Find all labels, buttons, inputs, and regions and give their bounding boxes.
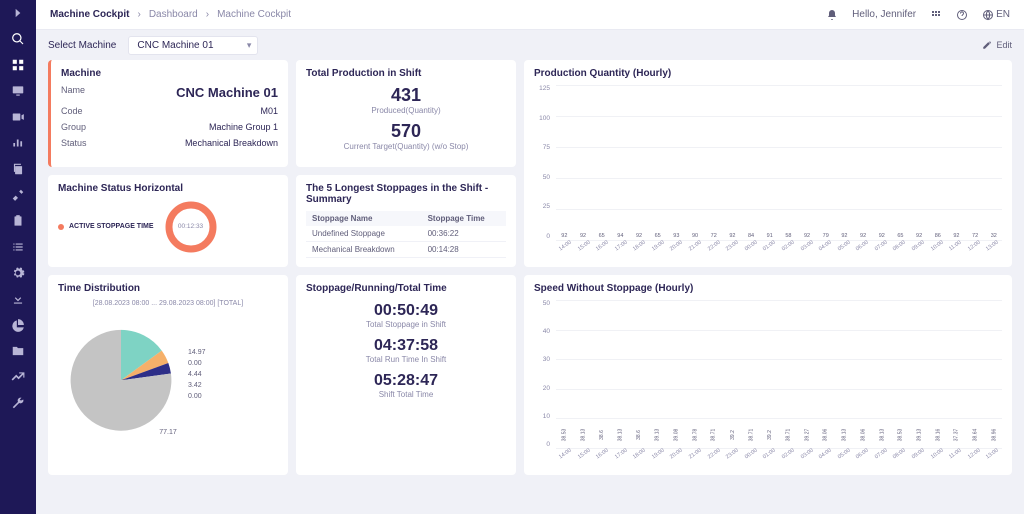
speed-hourly-chart: Speed Without Stoppage (Hourly) 50403020… [524,275,1012,475]
breadcrumb-root: Machine Cockpit [50,9,129,20]
pie-chart [58,311,184,437]
dashboard-icon[interactable] [11,58,25,72]
download-icon[interactable] [11,292,25,306]
breadcrumb-current: Machine Cockpit [217,9,291,20]
table-row: Undefined Stoppage00:36:22 [306,226,506,242]
machine-select[interactable]: CNC Machine 01 [128,36,258,55]
machine-status-card: Machine Status Horizontal ACTIVE STOPPAG… [48,175,288,268]
production-hourly-chart: Production Quantity (Hourly) 12510075502… [524,60,1012,267]
monitor-icon[interactable] [11,84,25,98]
help-icon[interactable] [956,9,968,21]
gear-icon[interactable] [11,266,25,280]
table-row: Mechanical Breakdown00:14:28 [306,241,506,257]
bell-icon[interactable] [826,9,838,21]
language-selector[interactable]: EN [982,9,1010,21]
video-icon[interactable] [11,110,25,124]
longest-stoppages-card: The 5 Longest Stoppages in the Shift - S… [296,175,516,268]
tools-icon[interactable] [11,188,25,202]
breadcrumb-dashboard[interactable]: Dashboard [149,9,198,20]
edit-button[interactable]: Edit [982,40,1012,50]
select-machine-label: Select Machine [48,40,116,51]
time-distribution-card: Time Distribution [28.08.2023 08:00 ... … [48,275,288,475]
trend-icon[interactable] [11,370,25,384]
user-greeting[interactable]: Hello, Jennifer [852,9,916,20]
stoppage-donut: 00:12:33 [164,200,218,254]
sidebar [0,0,36,514]
subbar: Select Machine CNC Machine 01 Edit [36,30,1024,60]
machine-info-card: Machine NameCNC Machine 01 CodeM01 Group… [48,60,288,167]
analytics-icon[interactable] [11,136,25,150]
search-icon[interactable] [11,32,25,46]
copy-icon[interactable] [11,162,25,176]
expand-icon[interactable] [11,6,25,20]
stoppage-running-total-card: Stoppage/Running/Total Time 00:50:49 Tot… [296,275,516,475]
pie-icon[interactable] [11,318,25,332]
wrench-icon[interactable] [11,396,25,410]
list-icon[interactable] [11,240,25,254]
total-production-card: Total Production in Shift 431 Produced(Q… [296,60,516,167]
folder-icon[interactable] [11,344,25,358]
topbar: Machine Cockpit › Dashboard › Machine Co… [36,0,1024,30]
apps-icon[interactable] [930,9,942,21]
clipboard-icon[interactable] [11,214,25,228]
breadcrumb: Machine Cockpit › Dashboard › Machine Co… [50,9,291,20]
